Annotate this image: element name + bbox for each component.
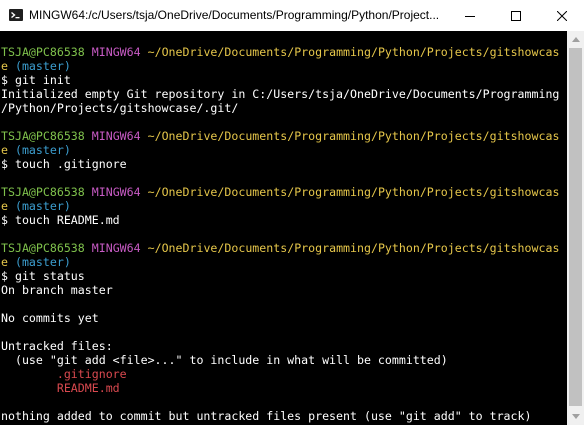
command-line: $ touch README.md <box>1 213 120 227</box>
output-line: No commits yet <box>1 311 99 325</box>
maximize-button[interactable] <box>493 0 539 31</box>
close-button[interactable] <box>539 0 584 31</box>
prompt-line: TSJA@PC86538 MINGW64 ~/OneDrive/Document… <box>1 185 559 199</box>
minimize-button[interactable] <box>447 0 493 31</box>
command-line: $ git init <box>1 73 71 87</box>
prompt-branch: (master) <box>14 143 71 157</box>
scroll-thumb[interactable] <box>569 48 582 406</box>
window-title: MINGW64:/c/Users/tsja/OneDrive/Documents… <box>29 8 440 22</box>
prompt-user: TSJA@PC86538 <box>1 241 85 255</box>
output-line: /Python/Projects/gitshowcase/.git/ <box>1 101 239 115</box>
prompt-line-wrap: e (master) <box>1 59 71 73</box>
prompt-user: TSJA@PC86538 <box>1 185 85 199</box>
prompt-env: MINGW64 <box>91 45 141 59</box>
scroll-up-button[interactable] <box>567 31 584 48</box>
mingw-terminal-icon <box>8 7 24 23</box>
prompt-line: TSJA@PC86538 MINGW64 ~/OneDrive/Document… <box>1 45 559 59</box>
prompt-path: ~/OneDrive/Documents/Programming/Python/… <box>147 185 560 199</box>
prompt-env: MINGW64 <box>91 241 141 255</box>
prompt-branch: (master) <box>14 59 71 73</box>
output-line: On branch master <box>1 283 113 297</box>
prompt-path: ~/OneDrive/Documents/Programming/Python/… <box>147 241 560 255</box>
prompt-line-wrap: e (master) <box>1 255 71 269</box>
command-line: $ touch .gitignore <box>1 157 127 171</box>
prompt-user: TSJA@PC86538 <box>1 45 85 59</box>
prompt-branch: (master) <box>14 199 71 213</box>
prompt-path-wrap: e <box>1 59 8 73</box>
maximize-icon <box>511 10 521 21</box>
title-bar[interactable]: MINGW64:/c/Users/tsja/OneDrive/Documents… <box>0 0 584 31</box>
chevron-up-icon <box>571 37 580 42</box>
untracked-file: .gitignore <box>1 367 127 381</box>
prompt-line-wrap: e (master) <box>1 143 71 157</box>
output-line: (use "git add <file>..." to include in w… <box>1 353 448 367</box>
prompt-env: MINGW64 <box>91 185 141 199</box>
prompt-path-wrap: e <box>1 255 8 269</box>
prompt-user: TSJA@PC86538 <box>1 129 85 143</box>
prompt-line: TSJA@PC86538 MINGW64 ~/OneDrive/Document… <box>1 129 559 143</box>
scroll-down-button[interactable] <box>567 408 584 425</box>
minimize-icon <box>465 15 475 17</box>
prompt-line-wrap: e (master) <box>1 199 71 213</box>
prompt-path: ~/OneDrive/Documents/Programming/Python/… <box>147 45 560 59</box>
output-line: nothing added to commit but untracked fi… <box>1 409 532 423</box>
terminal-window: MINGW64:/c/Users/tsja/OneDrive/Documents… <box>0 0 584 425</box>
output-line: Untracked files: <box>1 339 113 353</box>
untracked-file: README.md <box>1 381 120 395</box>
prompt-line: TSJA@PC86538 MINGW64 ~/OneDrive/Document… <box>1 241 559 255</box>
close-icon <box>556 10 567 21</box>
chevron-down-icon <box>571 414 580 419</box>
command-line: $ git status <box>1 269 85 283</box>
output-line: Initialized empty Git repository in C:/U… <box>1 87 560 101</box>
terminal-output[interactable]: TSJA@PC86538 MINGW64 ~/OneDrive/Document… <box>0 31 567 425</box>
prompt-path: ~/OneDrive/Documents/Programming/Python/… <box>147 129 560 143</box>
prompt-path-wrap: e <box>1 143 8 157</box>
vertical-scrollbar[interactable] <box>567 31 584 425</box>
prompt-branch: (master) <box>14 255 71 269</box>
prompt-env: MINGW64 <box>91 129 141 143</box>
prompt-path-wrap: e <box>1 199 8 213</box>
